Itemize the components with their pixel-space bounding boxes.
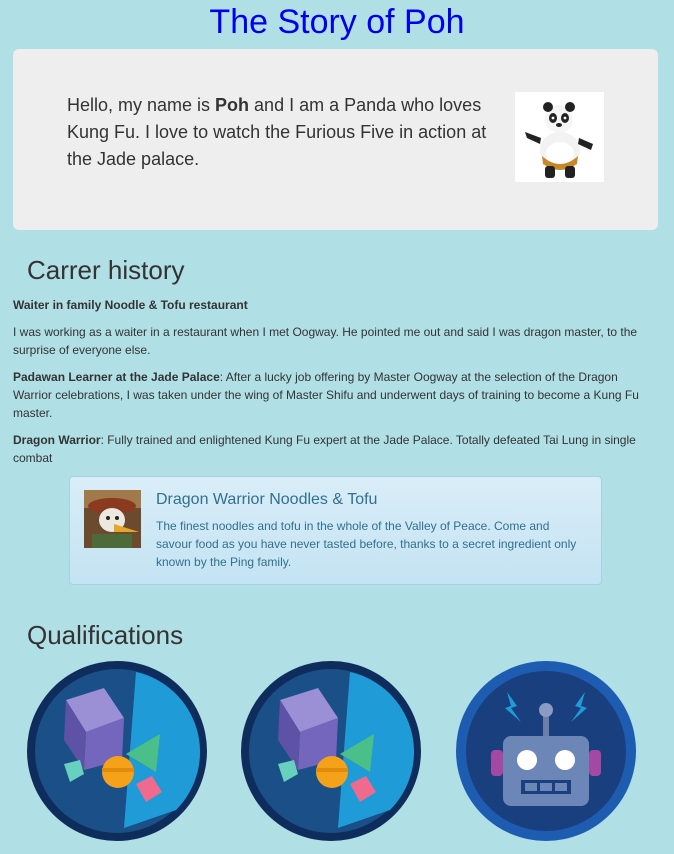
gems-badge-icon <box>26 660 208 842</box>
robot-badge-icon <box>455 660 637 842</box>
intro-text-before: Hello, my name is <box>67 95 216 115</box>
ad-title: Dragon Warrior Noodles & Tofu <box>156 491 378 508</box>
intro-text: Hello, my name is Poh and I am a Panda w… <box>67 92 507 173</box>
job3-text: : Fully trained and enlightened Kung Fu … <box>13 433 636 465</box>
job3-title: Dragon Warrior <box>13 433 101 447</box>
qualifications-heading: Qualifications <box>27 620 184 650</box>
job1-title: Waiter in family Noodle & Tofu restauran… <box>13 298 248 312</box>
job3-paragraph: Dragon Warrior: Fully trained and enligh… <box>13 431 658 467</box>
ad-panel: Dragon Warrior Noodles & Tofu The finest… <box>69 476 602 585</box>
job1-text: I was working as a waiter in a restauran… <box>13 325 638 357</box>
page-title: The Story of Poh <box>209 3 465 41</box>
intro-name: Poh <box>215 95 250 115</box>
gems-badge-icon-2 <box>240 660 422 842</box>
goose-image <box>84 490 141 548</box>
intro-panel: Hello, my name is Poh and I am a Panda w… <box>13 49 658 230</box>
job2-title: Padawan Learner at the Jade Palace <box>13 370 220 384</box>
career-heading: Carrer history <box>27 255 185 285</box>
panda-image <box>515 92 604 182</box>
ad-body: The finest noodles and tofu in the whole… <box>156 519 577 569</box>
job2-paragraph: Padawan Learner at the Jade Palace: Afte… <box>13 368 658 422</box>
